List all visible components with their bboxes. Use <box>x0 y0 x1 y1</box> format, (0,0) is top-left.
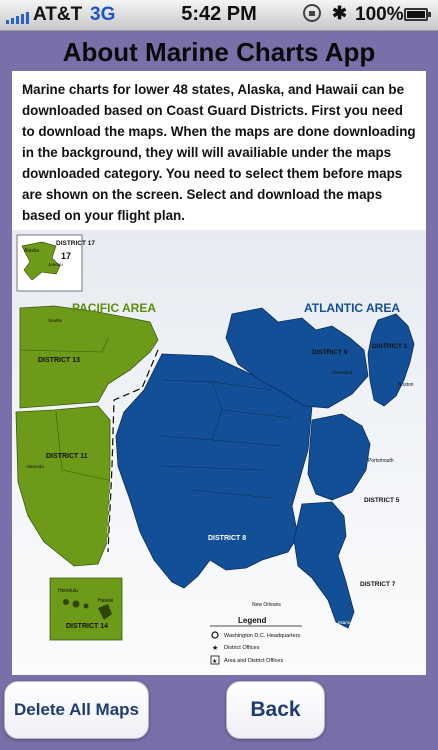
district-11-label: DISTRICT 11 <box>46 453 88 460</box>
district-8-label: DISTRICT 8 <box>208 535 246 542</box>
district-17-number: 17 <box>61 251 71 261</box>
district-14-label: DISTRICT 14 <box>66 623 108 630</box>
pacific-area-label: PACIFIC AREA <box>72 301 156 315</box>
legend-item-district-offices: District Offices <box>224 645 260 651</box>
legend-title: Legend <box>238 616 267 625</box>
district-17-region: DISTRICT 17 Alaska Juneau 17 <box>16 234 95 292</box>
map-graphic: DISTRICT 17 Alaska Juneau 17 DISTRICT 13… <box>15 234 415 665</box>
atlantic-area-label: ATLANTIC AREA <box>304 301 400 315</box>
district-1-region: DISTRICT 1 Boston <box>367 313 415 407</box>
district-17-label: DISTRICT 17 <box>56 240 95 247</box>
battery-icon <box>404 8 431 21</box>
description-text[interactable]: Marine charts for lower 48 states, Alask… <box>12 71 426 226</box>
honolulu-label: Honolulu <box>58 588 78 594</box>
alameda-label: Alameda <box>26 464 44 469</box>
alaska-label: Alaska <box>24 248 39 254</box>
district-7-region: DISTRICT 7 Miami <box>293 501 396 629</box>
district-5-label: DISTRICT 5 <box>364 497 400 504</box>
district-5-region: DISTRICT 5 Portsmouth <box>307 413 400 504</box>
star-legend-icon: ★ <box>212 644 218 652</box>
content-panel: Marine charts for lower 48 states, Alask… <box>12 71 426 675</box>
legend-item-area-offices: Area and District Offices <box>224 658 283 664</box>
legend-item-headquarters: Washington D.C. Headquarters <box>224 633 300 639</box>
coast-guard-districts-map: DISTRICT 17 Alaska Juneau 17 DISTRICT 13… <box>12 230 426 675</box>
seattle-label: Seattle <box>48 318 63 323</box>
rotation-lock-icon <box>303 4 321 22</box>
cleveland-label: Cleveland <box>332 370 353 375</box>
battery-percent: 100% <box>355 4 404 25</box>
district-14-region: Honolulu Hawaii DISTRICT 14 <box>49 577 123 641</box>
district-9-label: DISTRICT 9 <box>312 349 348 356</box>
district-13-region: DISTRICT 13 Seattle <box>19 305 159 409</box>
district-7-label: DISTRICT 7 <box>360 581 396 588</box>
hawaii-label: Hawaii <box>98 598 113 604</box>
delete-all-maps-button[interactable]: Delete All Maps <box>4 681 149 739</box>
page-title: About Marine Charts App <box>62 37 376 67</box>
miami-label: Miami <box>338 620 350 625</box>
district-1-label: DISTRICT 1 <box>372 343 408 350</box>
bluetooth-icon: ✱ <box>332 3 348 23</box>
boxed-star-legend-icon: ★ <box>212 658 217 665</box>
district-13-label: DISTRICT 13 <box>38 357 80 364</box>
boston-label: Boston <box>398 382 414 388</box>
map-legend: Legend Washington D.C. Headquarters ★ Di… <box>210 616 302 665</box>
juneau-label: Juneau <box>48 262 63 267</box>
portsmouth-label: Portsmouth <box>368 458 394 464</box>
new-orleans-label: New Orleans <box>252 602 281 608</box>
district-11-region: DISTRICT 11 Alameda <box>15 405 111 567</box>
headquarters-legend-icon <box>211 631 219 639</box>
back-button[interactable]: Back <box>226 681 325 739</box>
status-bar: AT&T 3G 5:42 PM ✱ 100% <box>0 0 438 31</box>
